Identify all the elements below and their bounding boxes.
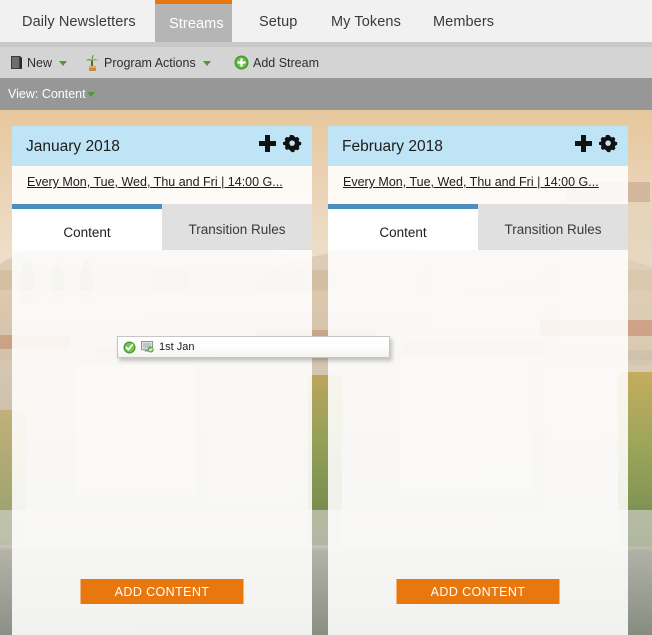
nav-tab-label: Daily Newsletters bbox=[22, 14, 136, 30]
dragged-item-label: 1st Jan bbox=[159, 341, 195, 353]
palm-tree-icon bbox=[86, 54, 99, 71]
gear-icon[interactable] bbox=[599, 134, 618, 153]
new-button-label: New bbox=[27, 55, 53, 70]
tab-label: Content bbox=[63, 225, 111, 240]
check-circle-icon bbox=[123, 340, 136, 354]
new-document-icon bbox=[11, 56, 22, 69]
nav-tab-daily-newsletters[interactable]: Daily Newsletters bbox=[8, 0, 150, 42]
toolbar: New Program Actions Add Stream bbox=[0, 47, 652, 78]
tab-label: Transition Rules bbox=[188, 222, 286, 237]
stream-schedule-row: Every Mon, Tue, Wed, Thu and Fri | 14:00… bbox=[328, 166, 628, 202]
add-content-button[interactable]: ADD CONTENT bbox=[80, 579, 244, 604]
nav-tab-label: Setup bbox=[259, 14, 298, 30]
stream-card-january: January 2018 Every Mon, Tue, Wed, Thu an… bbox=[12, 126, 312, 635]
tab-transition-rules[interactable]: Transition Rules bbox=[478, 204, 628, 250]
nav-tab-members[interactable]: Members bbox=[419, 0, 508, 42]
add-stream-button[interactable]: Add Stream bbox=[234, 47, 319, 78]
tab-label: Transition Rules bbox=[504, 222, 602, 237]
main-nav-bar: Daily Newsletters Streams Setup My Token… bbox=[0, 0, 652, 42]
program-actions-button[interactable]: Program Actions bbox=[85, 47, 211, 78]
nav-tab-label: Members bbox=[433, 14, 495, 30]
dragged-content-item[interactable]: 1st Jan bbox=[117, 336, 390, 358]
nav-tab-streams[interactable]: Streams bbox=[155, 0, 232, 42]
nav-tab-setup[interactable]: Setup bbox=[245, 0, 311, 42]
stream-card-header: February 2018 bbox=[328, 126, 628, 166]
stream-content-area[interactable] bbox=[12, 250, 312, 635]
stream-tab-row: Content Transition Rules bbox=[12, 204, 312, 250]
tab-content[interactable]: Content bbox=[328, 204, 478, 250]
view-bar[interactable]: View: Content bbox=[0, 78, 652, 110]
add-icon[interactable] bbox=[575, 135, 592, 152]
nav-tab-my-tokens[interactable]: My Tokens bbox=[317, 0, 415, 42]
stream-schedule-link[interactable]: Every Mon, Tue, Wed, Thu and Fri | 14:00… bbox=[343, 175, 599, 189]
view-label: View: Content bbox=[8, 87, 86, 101]
tab-content[interactable]: Content bbox=[12, 204, 162, 250]
chevron-down-icon[interactable] bbox=[59, 61, 68, 66]
screen-content-icon bbox=[141, 341, 154, 353]
stream-title: January 2018 bbox=[26, 138, 120, 155]
stream-title: February 2018 bbox=[342, 138, 443, 155]
program-actions-label: Program Actions bbox=[104, 55, 196, 70]
stream-card-header: January 2018 bbox=[12, 126, 312, 166]
add-circle-icon bbox=[234, 55, 249, 70]
tab-label: Content bbox=[379, 225, 427, 240]
stream-content-area[interactable] bbox=[328, 250, 628, 635]
gear-icon[interactable] bbox=[283, 134, 302, 153]
nav-tab-label: Streams bbox=[169, 16, 224, 32]
chevron-down-icon[interactable] bbox=[87, 92, 95, 97]
add-stream-label: Add Stream bbox=[253, 55, 320, 70]
stream-card-february: February 2018 Every Mon, Tue, Wed, Thu a… bbox=[328, 126, 628, 635]
stream-header-actions bbox=[259, 134, 302, 153]
nav-tab-label: My Tokens bbox=[331, 14, 401, 30]
add-content-button[interactable]: ADD CONTENT bbox=[396, 579, 560, 604]
stream-schedule-row: Every Mon, Tue, Wed, Thu and Fri | 14:00… bbox=[12, 166, 312, 202]
new-button[interactable]: New bbox=[10, 47, 68, 78]
stream-tab-row: Content Transition Rules bbox=[328, 204, 628, 250]
tab-transition-rules[interactable]: Transition Rules bbox=[162, 204, 312, 250]
add-icon[interactable] bbox=[259, 135, 276, 152]
chevron-down-icon[interactable] bbox=[202, 61, 211, 66]
stream-header-actions bbox=[575, 134, 618, 153]
stream-schedule-link[interactable]: Every Mon, Tue, Wed, Thu and Fri | 14:00… bbox=[27, 175, 283, 189]
